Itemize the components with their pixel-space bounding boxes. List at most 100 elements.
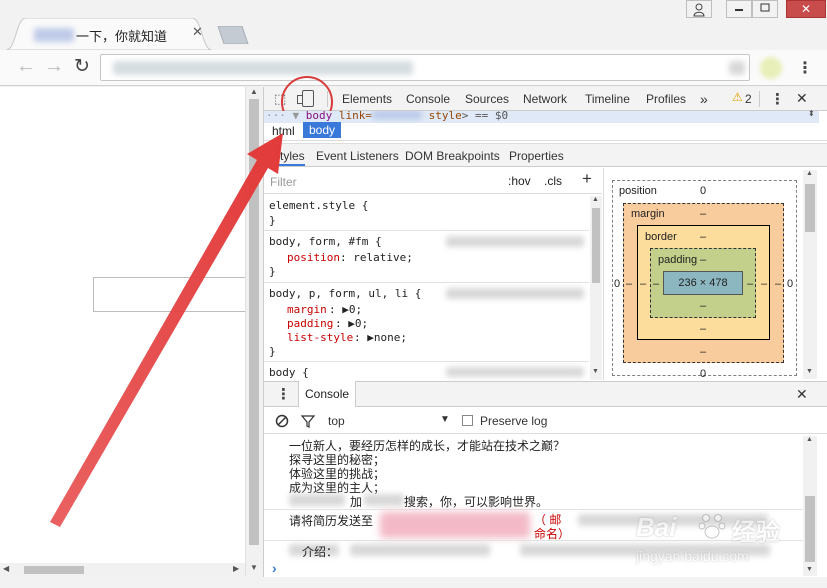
close-window-button[interactable]: ✕ [786, 0, 826, 18]
reload-icon[interactable]: ↻ [74, 55, 90, 78]
console-line: 加 [350, 495, 363, 509]
rule2-val-margin[interactable]: : ▶0; [329, 303, 362, 316]
paw-icon [698, 514, 726, 539]
tab-sources[interactable]: Sources [465, 87, 509, 111]
box-scroll-thumb[interactable] [805, 184, 815, 232]
cls-toggle[interactable]: .cls [544, 174, 562, 188]
styles-filter-input[interactable]: Filter [270, 175, 297, 189]
subtab-dom-breakpoints[interactable]: DOM Breakpoints [405, 146, 500, 166]
tab-elements[interactable]: Elements [342, 87, 392, 111]
rule2-source-link[interactable] [446, 288, 584, 299]
devtools-menu-icon[interactable]: ⋮ [770, 90, 785, 108]
context-dropdown-icon[interactable]: ▼ [440, 414, 450, 425]
box-scroll-up-icon[interactable]: ▲ [806, 170, 813, 177]
menu-kebab-icon[interactable]: ⋮ [797, 58, 813, 78]
page-horizontal-scroll-thumb[interactable] [24, 566, 84, 574]
drawer-close-icon[interactable]: ✕ [796, 386, 808, 403]
breadcrumb [264, 123, 827, 141]
tab-close-icon[interactable]: ✕ [192, 24, 203, 40]
profile-button[interactable] [686, 0, 712, 18]
subtab-properties[interactable]: Properties [509, 146, 564, 166]
rule-element-style[interactable]: element.style { [269, 199, 368, 212]
tab-profiles[interactable]: Profiles [646, 87, 686, 111]
tab-timeline[interactable]: Timeline [585, 87, 630, 111]
drawer-tab-console[interactable]: Console [298, 381, 357, 407]
rule2-prop-list-style[interactable]: list-style [287, 331, 353, 344]
breadcrumb-body[interactable]: body [303, 122, 342, 138]
tab-network[interactable]: Network [523, 87, 567, 111]
address-bar-star-icon[interactable] [729, 61, 745, 75]
tab-console[interactable]: Console [406, 87, 450, 111]
page-search-input[interactable] [93, 277, 253, 312]
styles-scroll-thumb[interactable] [592, 208, 600, 283]
console-prompt[interactable]: › [272, 560, 277, 576]
dom-eq-dollar: > == $0 [461, 111, 509, 122]
content-size: 236 × 478 [678, 277, 728, 289]
breadcrumb-html[interactable]: html [272, 124, 295, 138]
drawer-menu-icon[interactable]: ⋮ [276, 385, 291, 403]
border-bottom-value: – [700, 323, 707, 335]
subtab-event-listeners[interactable]: Event Listeners [316, 146, 399, 166]
warning-count: 2 [745, 92, 752, 106]
page-vertical-scroll-thumb[interactable] [249, 99, 259, 545]
page-vertical-scrollbar[interactable]: ▲ ▼ [245, 87, 262, 576]
position-top-value: 0 [700, 185, 707, 197]
margin-top-value: – [700, 208, 707, 220]
forward-arrow-icon[interactable]: → [44, 55, 64, 78]
context-selector[interactable]: top [328, 414, 345, 428]
preserve-log-label[interactable]: Preserve log [480, 414, 547, 428]
filter-icon[interactable] [301, 414, 315, 428]
position-bottom-value: 0 [700, 368, 707, 380]
rule2-selector[interactable]: body, p, form, ul, li { [269, 287, 421, 300]
rule3-source-link[interactable] [446, 367, 584, 377]
rule2-val-padding[interactable]: : ▶0; [335, 317, 368, 330]
subtab-styles[interactable]: Styles [272, 146, 305, 166]
rule1-val[interactable]: : relative; [340, 251, 413, 264]
scroll-right-arrow-icon[interactable]: ▶ [233, 564, 239, 573]
position-label: position [619, 185, 657, 197]
address-url [113, 61, 413, 75]
preserve-log-checkbox[interactable] [462, 415, 473, 426]
rule1-source-link[interactable] [446, 236, 584, 247]
dom-tag-body: body [305, 111, 333, 122]
rule1-prop[interactable]: position [287, 251, 340, 264]
padding-left-value: – [653, 278, 660, 290]
page-horizontal-scrollbar[interactable]: ◀ ▶ [0, 563, 245, 577]
styles-scrollbar[interactable]: ▲ ▼ [590, 196, 602, 380]
restore-button[interactable] [752, 0, 778, 18]
hov-toggle[interactable]: :hov [508, 174, 531, 188]
clear-console-icon[interactable] [275, 414, 289, 428]
console-scroll-up-icon[interactable]: ▲ [806, 436, 813, 443]
address-bar[interactable] [100, 54, 750, 81]
padding-label: padding [658, 254, 698, 266]
back-arrow-icon[interactable]: ← [16, 55, 36, 78]
border-label: border [645, 231, 677, 243]
rule2-prop-padding[interactable]: padding [287, 317, 333, 330]
scroll-left-arrow-icon[interactable]: ◀ [3, 564, 9, 573]
scroll-up-arrow-icon[interactable]: ▲ [250, 87, 258, 96]
minimize-button[interactable] [726, 0, 752, 18]
box-model-scrollbar[interactable]: ▲ ▼ [803, 170, 817, 379]
browser-tab-active[interactable]: 一下，你就知道 ✕ [6, 18, 213, 50]
new-style-rule-button[interactable]: + [582, 169, 592, 189]
box-scroll-down-icon[interactable]: ▼ [806, 368, 813, 375]
rule1-selector[interactable]: body, form, #fm { [269, 235, 382, 248]
rule2-val-list-style[interactable]: : ▶none; [354, 331, 407, 344]
extension-icon[interactable] [760, 57, 782, 79]
warning-icon[interactable]: ⚠ [732, 90, 743, 104]
more-tabs-button[interactable]: » [700, 87, 708, 111]
scroll-down-arrow-icon[interactable]: ▼ [250, 563, 258, 572]
rule2-prop-margin[interactable]: margin [287, 303, 327, 316]
restore-icon [760, 3, 770, 12]
devtools-close-icon[interactable]: ✕ [796, 90, 808, 107]
dom-panel-scroll-icon[interactable]: ⬍ [808, 109, 815, 118]
rule-separator [264, 361, 589, 362]
border-left-value: – [640, 278, 647, 290]
box-model-content[interactable]: 236 × 478 [663, 271, 743, 295]
styles-scroll-up-icon[interactable]: ▲ [592, 196, 599, 203]
new-tab-button[interactable] [216, 25, 250, 45]
styles-scroll-down-icon[interactable]: ▼ [592, 368, 599, 375]
dom-selected-line[interactable]: ··· ▼ body link= style> == $0 [264, 111, 819, 123]
watermark-brand-2: 经验 [732, 519, 780, 546]
rule3-selector[interactable]: body { [269, 366, 309, 379]
